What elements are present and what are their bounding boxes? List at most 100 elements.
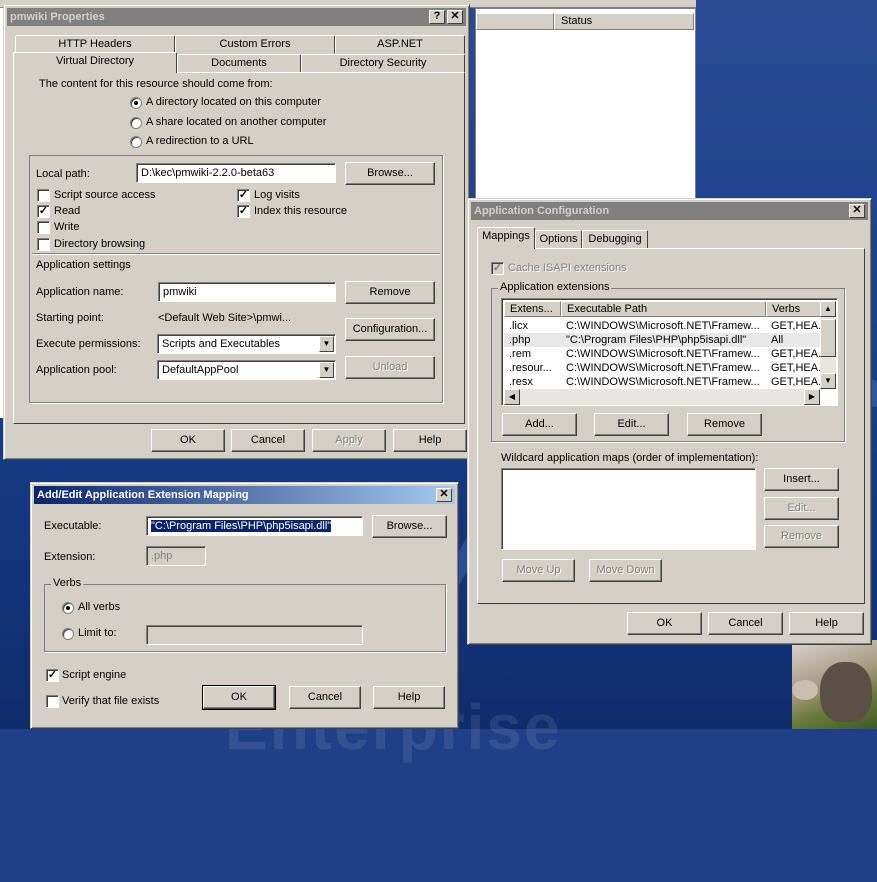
tab-mappings[interactable]: Mappings: [477, 227, 535, 249]
checkbox-directory-browsing[interactable]: [37, 238, 50, 251]
cancel-button[interactable]: Cancel: [289, 686, 361, 709]
ok-button[interactable]: OK: [202, 685, 276, 710]
extension-field[interactable]: .php: [146, 546, 206, 566]
ok-button[interactable]: OK: [151, 429, 225, 452]
scroll-left-icon[interactable]: ◀: [504, 389, 520, 405]
list-item[interactable]: .resour... C:\WINDOWS\Microsoft.NET\Frame…: [504, 361, 823, 375]
radio-network-share[interactable]: [130, 117, 142, 129]
checkbox-directory-browsing-label[interactable]: Directory browsing: [54, 238, 145, 250]
list-item-verbs: All: [771, 334, 784, 346]
radio-all-verbs-label[interactable]: All verbs: [78, 601, 120, 613]
tab-directory-security[interactable]: Directory Security: [301, 54, 465, 73]
radio-local-directory[interactable]: [130, 97, 142, 109]
checkbox-write-label[interactable]: Write: [54, 221, 79, 233]
radio-redirect-url-label[interactable]: A redirection to a URL: [146, 135, 254, 147]
wildcard-maps-list[interactable]: [501, 468, 756, 550]
close-icon[interactable]: ✕: [447, 10, 463, 24]
help-button[interactable]: Help: [393, 429, 467, 452]
radio-local-directory-label[interactable]: A directory located on this computer: [146, 96, 321, 108]
help-button[interactable]: Help: [373, 686, 445, 709]
radio-limit-to-label[interactable]: Limit to:: [78, 627, 117, 639]
tab-options[interactable]: Options: [535, 230, 582, 249]
column-header-extension[interactable]: Extens...: [504, 301, 561, 317]
unload-button[interactable]: Unload: [345, 356, 435, 379]
radio-limit-to[interactable]: [62, 628, 74, 640]
tab-asp-net[interactable]: ASP.NET: [335, 35, 465, 54]
radio-network-share-label[interactable]: A share located on another computer: [146, 116, 326, 128]
scroll-up-icon[interactable]: ▲: [820, 301, 836, 317]
execute-permissions-select[interactable]: Scripts and Executables ▼: [157, 334, 336, 354]
chevron-down-icon[interactable]: ▼: [319, 362, 334, 378]
edit-button[interactable]: Edit...: [594, 413, 669, 436]
help-title-button[interactable]: ?: [429, 10, 445, 24]
tab-debugging[interactable]: Debugging: [582, 230, 648, 249]
ok-button[interactable]: OK: [627, 612, 702, 635]
checkbox-read-label[interactable]: Read: [54, 205, 80, 217]
radio-redirect-url[interactable]: [130, 136, 142, 148]
column-header-verbs[interactable]: Verbs: [766, 301, 822, 317]
checkbox-index-resource[interactable]: ✓: [237, 205, 250, 218]
checkbox-index-resource-label[interactable]: Index this resource: [254, 205, 347, 217]
checkbox-script-engine[interactable]: ✓: [46, 669, 59, 682]
chevron-down-icon[interactable]: ▼: [319, 336, 334, 352]
cancel-button[interactable]: Cancel: [231, 429, 305, 452]
list-item-extension: .rem: [509, 348, 531, 360]
list-item[interactable]: .resx C:\WINDOWS\Microsoft.NET\Framew... G…: [504, 375, 823, 389]
cancel-button[interactable]: Cancel: [708, 612, 783, 635]
checkbox-log-visits-label[interactable]: Log visits: [254, 189, 300, 201]
application-pool-select[interactable]: DefaultAppPool ▼: [157, 360, 336, 380]
close-icon[interactable]: ✕: [436, 488, 452, 502]
wildcard-edit-button[interactable]: Edit...: [764, 497, 839, 520]
configuration-button[interactable]: Configuration...: [345, 318, 435, 341]
checkbox-log-visits[interactable]: ✓: [237, 189, 250, 202]
add-button[interactable]: Add...: [502, 413, 577, 436]
scroll-right-icon[interactable]: ▶: [804, 389, 820, 405]
browse-button[interactable]: Browse...: [345, 162, 435, 185]
column-header-executable-path[interactable]: Executable Path: [561, 301, 766, 317]
starting-point-label: Starting point:: [36, 312, 104, 324]
list-item[interactable]: .php "C:\Program Files\PHP\php5isapi.dll"…: [504, 333, 822, 347]
remove-button[interactable]: Remove: [345, 281, 435, 304]
remove-extension-button[interactable]: Remove: [687, 413, 762, 436]
checkbox-verify-file-label[interactable]: Verify that file exists: [62, 695, 159, 707]
list-item-extension: .resx: [509, 376, 533, 388]
tab-virtual-directory[interactable]: Virtual Directory: [13, 52, 177, 73]
vertical-scrollbar[interactable]: ▲ ▼: [820, 301, 836, 389]
checkbox-script-engine-label[interactable]: Script engine: [62, 669, 126, 681]
checkbox-write[interactable]: [37, 221, 50, 234]
checkbox-cache-isapi-label[interactable]: Cache ISAPI extensions: [508, 262, 627, 274]
checkbox-script-source-label[interactable]: Script source access: [54, 189, 155, 201]
scroll-down-icon[interactable]: ▼: [820, 373, 836, 389]
list-item[interactable]: .licx C:\WINDOWS\Microsoft.NET\Framew... G…: [504, 319, 823, 333]
application-settings-label: Application settings: [36, 259, 131, 271]
column-header-status[interactable]: Status: [554, 13, 694, 30]
help-button[interactable]: Help: [789, 612, 864, 635]
application-name-field[interactable]: pmwiki: [158, 282, 336, 302]
wildcard-maps-label: Wildcard application maps (order of impl…: [501, 452, 759, 464]
checkbox-read[interactable]: ✓: [37, 205, 50, 218]
close-icon[interactable]: ✕: [849, 204, 865, 218]
checkbox-verify-file[interactable]: [46, 695, 59, 708]
application-pool-label: Application pool:: [36, 364, 117, 376]
scroll-thumb[interactable]: [820, 319, 836, 357]
extensions-list[interactable]: Extens... Executable Path Verbs .licx C:\…: [501, 298, 838, 406]
local-path-field[interactable]: D:\kec\pmwiki-2.2.0-beta63: [136, 163, 336, 183]
tab-custom-errors[interactable]: Custom Errors: [175, 35, 335, 54]
insert-button[interactable]: Insert...: [764, 468, 839, 491]
executable-field[interactable]: "C:\Program Files\PHP\php5isapi.dll": [146, 516, 363, 536]
limit-to-field[interactable]: [146, 625, 363, 645]
move-up-button[interactable]: Move Up: [502, 559, 575, 582]
list-item[interactable]: .rem C:\WINDOWS\Microsoft.NET\Framew... GE…: [504, 347, 823, 361]
apply-button[interactable]: Apply: [312, 429, 386, 452]
move-down-button[interactable]: Move Down: [589, 559, 662, 582]
checkbox-script-source[interactable]: [37, 189, 50, 202]
browse-button[interactable]: Browse...: [372, 515, 447, 538]
horizontal-scrollbar[interactable]: ◀ ▶: [504, 389, 820, 405]
column-header-blank[interactable]: [476, 13, 554, 30]
wildcard-remove-button[interactable]: Remove: [764, 525, 839, 548]
app-config-title-bar: Application Configuration ✕: [471, 202, 868, 220]
tab-documents[interactable]: Documents: [177, 54, 301, 73]
radio-all-verbs[interactable]: [62, 602, 74, 614]
checkbox-cache-isapi[interactable]: ✓: [491, 262, 504, 275]
list-item-path: C:\WINDOWS\Microsoft.NET\Framew...: [566, 362, 760, 374]
